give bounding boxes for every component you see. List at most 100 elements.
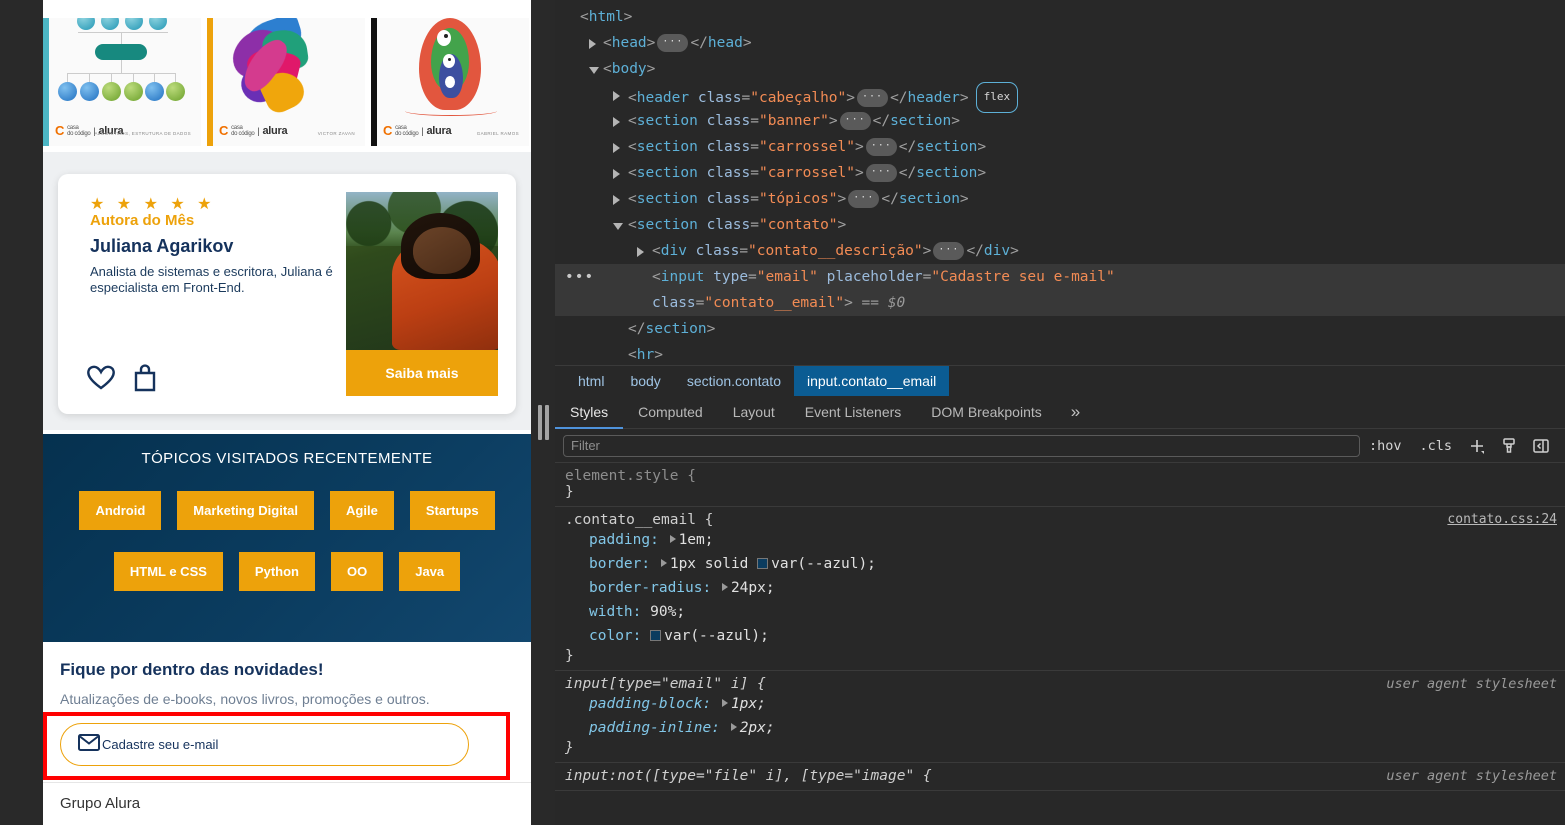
heart-icon[interactable] (86, 364, 116, 392)
dom-node-line[interactable]: <section class="contato"> (555, 212, 1565, 238)
css-property-name[interactable]: padding-inline: (589, 720, 720, 736)
expand-shorthand-icon[interactable] (660, 559, 667, 567)
dom-node-line[interactable]: <div class="contato__descrição"> ··· </div… (555, 238, 1565, 264)
dom-node-line[interactable]: <header class="cabeçalho"> ··· </header> fl… (555, 82, 1565, 113)
color-swatch[interactable] (757, 558, 769, 569)
css-property-name[interactable]: padding: (589, 532, 659, 548)
tab-layout[interactable]: Layout (718, 396, 790, 429)
panel-splitter[interactable] (531, 0, 555, 825)
expand-shorthand-icon[interactable] (721, 583, 728, 591)
expand-shorthand-icon[interactable] (669, 535, 676, 543)
dom-node-line[interactable]: <section class="carrossel"> ··· </section> (555, 160, 1565, 186)
css-declaration[interactable]: padding-inline: 2px; (565, 716, 1565, 740)
breadcrumb-item-section-contato[interactable]: section.contato (674, 366, 794, 396)
chevron-right-icon[interactable] (613, 91, 620, 101)
css-property-value[interactable]: 1px; (731, 696, 766, 712)
breadcrumb-item-input-contato-email[interactable]: input.contato__email (793, 366, 950, 396)
css-declaration[interactable]: border: 1px solid var(--azul); (565, 552, 1565, 576)
dom-node-line[interactable]: <head> ··· </head> (555, 30, 1565, 56)
topico-tag[interactable]: HTML e CSS (113, 552, 223, 591)
css-property-value[interactable]: 90%; (650, 604, 685, 620)
css-property-value[interactable]: var(--azul); (664, 628, 769, 644)
css-property-value[interactable]: var(--azul); (771, 556, 876, 572)
tab-styles[interactable]: Styles (555, 396, 623, 429)
css-property-value[interactable]: 24px; (731, 580, 775, 596)
chevron-down-icon[interactable] (613, 223, 623, 230)
chevron-right-icon[interactable] (613, 117, 620, 127)
dom-node-line[interactable]: <html> (555, 4, 1565, 30)
topico-tag[interactable]: Python (238, 552, 315, 591)
tab-dom-breakpoints[interactable]: DOM Breakpoints (916, 396, 1056, 429)
cls-toggle-button[interactable]: .cls (1410, 438, 1461, 454)
hov-toggle-button[interactable]: :hov (1360, 438, 1411, 454)
paintbrush-icon[interactable] (1493, 437, 1525, 455)
css-declaration[interactable]: color: var(--azul); (565, 624, 1565, 648)
topico-tag[interactable]: Marketing Digital (177, 491, 315, 530)
style-rule[interactable]: element.style {} (555, 463, 1565, 507)
css-property-name[interactable]: color: (589, 628, 641, 644)
dom-node-line[interactable]: <hr> (555, 342, 1565, 365)
toggle-sidebar-icon[interactable] (1525, 437, 1557, 455)
styles-rules-list[interactable]: element.style {} contato.css:24 .contato__… (555, 463, 1565, 825)
css-property-value[interactable]: 1em; (679, 532, 714, 548)
saiba-mais-button[interactable]: Saiba mais (346, 350, 498, 396)
expand-ellipsis-icon[interactable]: ··· (839, 112, 871, 130)
expand-ellipsis-icon[interactable]: ··· (933, 242, 965, 260)
topico-tag[interactable]: Java (399, 552, 461, 591)
plus-icon[interactable] (1461, 437, 1493, 455)
book-card[interactable]: C casa do código | alura GABRIEL RAMOS (371, 18, 529, 146)
breadcrumb-item-html[interactable]: html (565, 366, 617, 396)
dom-node-line[interactable]: <body> (555, 56, 1565, 82)
dom-node-line[interactable]: <section class="banner"> ··· </section> (555, 108, 1565, 134)
expand-ellipsis-icon[interactable]: ··· (657, 34, 689, 52)
email-input[interactable] (60, 723, 469, 766)
topico-tag[interactable]: Android (79, 491, 162, 530)
chevron-right-icon[interactable] (613, 195, 620, 205)
css-property-value[interactable]: 1px solid (670, 556, 757, 572)
style-rule[interactable]: user agent stylesheet input:not([type="fi… (555, 763, 1565, 791)
expand-shorthand-icon[interactable] (721, 699, 728, 707)
expand-shorthand-icon[interactable] (730, 723, 737, 731)
css-declaration[interactable]: width: 90%; (565, 600, 1565, 624)
dom-node-line[interactable]: </section> (555, 316, 1565, 342)
topico-tag[interactable]: Startups (409, 491, 495, 530)
chevron-down-icon[interactable] (589, 67, 599, 74)
tabs-overflow-icon[interactable]: » (1057, 402, 1094, 422)
topico-tag[interactable]: OO (330, 552, 384, 591)
color-swatch[interactable] (650, 630, 662, 641)
shopping-bag-icon[interactable] (132, 364, 158, 392)
tab-event-listeners[interactable]: Event Listeners (790, 396, 917, 429)
style-rule[interactable]: user agent stylesheet input[type="email" … (555, 671, 1565, 763)
chevron-right-icon[interactable] (637, 247, 644, 257)
tab-computed[interactable]: Computed (623, 396, 718, 429)
chevron-right-icon[interactable] (589, 39, 596, 49)
css-property-name[interactable]: border: (589, 556, 650, 572)
chevron-right-icon[interactable] (613, 143, 620, 153)
topico-tag[interactable]: Agile (330, 491, 394, 530)
style-rule[interactable]: contato.css:24 .contato__email {padding: … (555, 507, 1565, 671)
css-declaration[interactable]: padding: 1em; (565, 528, 1565, 552)
dom-node-badge-icon[interactable]: ••• (565, 264, 594, 290)
dom-node-line[interactable]: class="contato__email"> == $0 (555, 290, 1565, 316)
css-declaration[interactable]: border-radius: 24px; (565, 576, 1565, 600)
expand-ellipsis-icon[interactable]: ··· (865, 138, 897, 156)
expand-ellipsis-icon[interactable]: ··· (865, 164, 897, 182)
expand-ellipsis-icon[interactable]: ··· (848, 190, 880, 208)
book-card[interactable]: C casa do código | alura ALGORITMOS, ESTR… (43, 18, 201, 146)
css-property-name[interactable]: border-radius: (589, 580, 711, 596)
splitter-grip-icon[interactable] (538, 405, 549, 440)
breadcrumb-item-body[interactable]: body (617, 366, 673, 396)
dom-node-line[interactable]: <section class="tópicos"> ··· </section> (555, 186, 1565, 212)
dom-node-line[interactable]: <section class="carrossel"> ··· </section> (555, 134, 1565, 160)
dom-tree[interactable]: <html> <head> ··· </head> <body> <header clas… (555, 0, 1565, 365)
book-card[interactable]: C casa do código | alura VICTOR ZAVAN (207, 18, 365, 146)
css-property-name[interactable]: padding-block: (589, 696, 711, 712)
chevron-right-icon[interactable] (613, 169, 620, 179)
rule-source-link[interactable]: contato.css:24 (1447, 512, 1557, 527)
expand-ellipsis-icon[interactable]: ··· (857, 89, 889, 107)
css-property-value[interactable]: 2px; (740, 720, 775, 736)
css-property-name[interactable]: width: (589, 604, 641, 620)
styles-filter-input[interactable] (563, 434, 1360, 457)
css-declaration[interactable]: padding-block: 1px; (565, 692, 1565, 716)
dom-node-line[interactable]: ••• <input type="email" placeholder="Cada… (555, 264, 1565, 290)
